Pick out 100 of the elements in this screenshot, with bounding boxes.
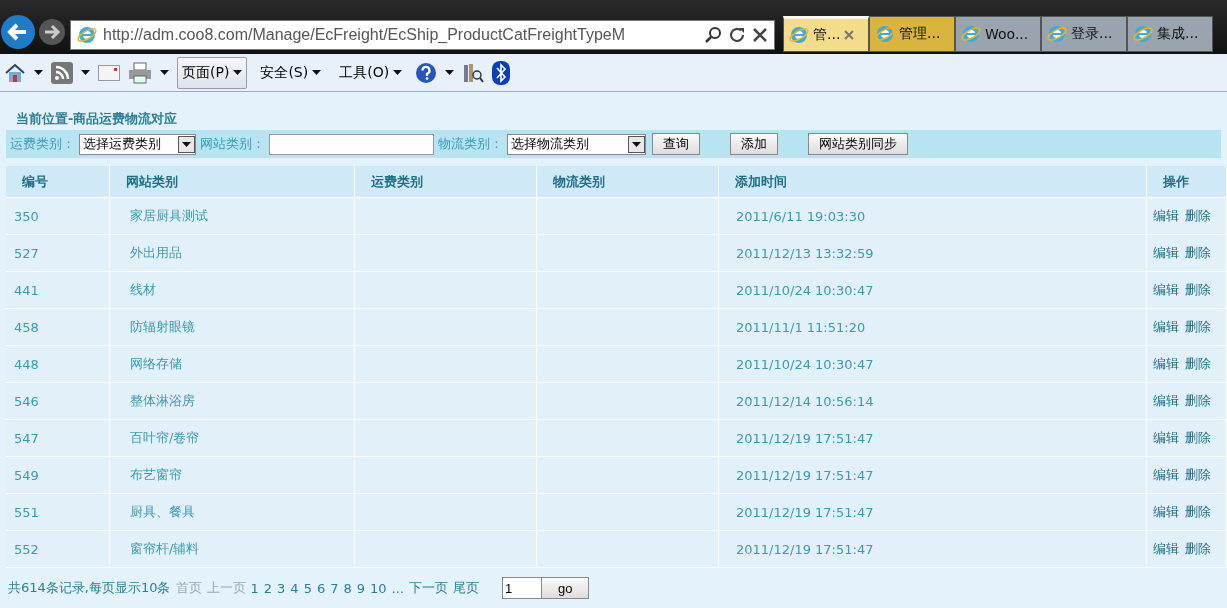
caret-icon: [160, 70, 169, 75]
filter-label: 物流类别：: [438, 135, 503, 153]
search-button[interactable]: 查询: [652, 133, 700, 155]
table-cell: 2011/12/14 10:56:14: [719, 383, 1147, 420]
edit-link[interactable]: 编辑: [1153, 355, 1179, 373]
delete-link[interactable]: 删除: [1185, 355, 1211, 373]
edit-link[interactable]: 编辑: [1153, 429, 1179, 447]
forward-button[interactable]: [38, 18, 66, 46]
delete-link[interactable]: 删除: [1185, 429, 1211, 447]
browser-logo-icon: [789, 25, 809, 45]
column-header: 添加时间: [719, 166, 1147, 198]
sync-button[interactable]: 网站类别同步: [808, 133, 908, 155]
table-cell: 布艺窗帘: [110, 457, 355, 494]
menu-button[interactable]: 工具(O): [334, 56, 408, 89]
page-link[interactable]: 7: [330, 580, 339, 596]
table-cell: 2011/12/19 17:51:47: [719, 457, 1147, 494]
delete-link[interactable]: 删除: [1185, 503, 1211, 521]
page-link[interactable]: 4: [290, 580, 299, 596]
filter-label: 运费类别：: [10, 135, 75, 153]
column-header: 网站类别: [110, 166, 355, 198]
page-link[interactable]: 3: [277, 580, 286, 596]
logistics-type-select[interactable]: 选择物流类别: [507, 133, 646, 155]
browser-logo-icon: [875, 24, 895, 44]
page-link[interactable]: 9: [356, 580, 366, 596]
filter-label: 网站类别：: [200, 135, 265, 153]
edit-link[interactable]: 编辑: [1153, 244, 1179, 262]
address-bar[interactable]: http://adm.coo8.com/Manage/EcFreight/EcShip_ProductCatFreightTypeM: [70, 20, 775, 50]
table-cell: 线材: [110, 272, 355, 309]
menu-button[interactable]: 页面(P): [177, 56, 248, 89]
caret-icon: [34, 70, 43, 75]
delete-link[interactable]: 删除: [1185, 540, 1211, 558]
table-cell: 350: [6, 198, 110, 235]
table-cell: 549: [6, 457, 110, 494]
table-cell: 厨具、餐具: [110, 494, 355, 531]
page-link[interactable]: 尾页: [453, 579, 479, 597]
record-summary: 共614条记录,每页显示10条: [8, 579, 171, 597]
go-button[interactable]: go: [541, 577, 590, 599]
page-link[interactable]: 10: [370, 580, 387, 596]
site-type-input[interactable]: [269, 133, 434, 155]
edit-link[interactable]: 编辑: [1153, 318, 1179, 336]
close-icon[interactable]: [752, 27, 768, 43]
table-cell: 2011/10/24 10:30:47: [719, 346, 1147, 383]
page-link[interactable]: 6: [316, 580, 326, 596]
search-icon[interactable]: [704, 26, 722, 44]
browser-tab[interactable]: Woo...: [955, 16, 1041, 52]
table-cell: 546: [6, 383, 110, 420]
table-cell: 2011/12/19 17:51:47: [719, 494, 1147, 531]
back-button[interactable]: [0, 14, 36, 50]
column-header: 运费类别: [355, 166, 537, 198]
url-text: http://adm.coo8.com/Manage/EcFreight/EcShip_ProductCatFreightTypeM: [103, 26, 627, 44]
page-link[interactable]: 5: [303, 580, 312, 596]
add-button[interactable]: 添加: [730, 133, 778, 155]
browser-tab[interactable]: 管理...: [869, 16, 955, 52]
caret-icon: [445, 70, 455, 75]
edit-link[interactable]: 编辑: [1153, 540, 1179, 558]
caret-icon: [233, 70, 243, 75]
page-link[interactable]: 1: [250, 580, 259, 596]
edit-link[interactable]: 编辑: [1153, 466, 1179, 484]
table-cell: 2011/12/19 17:51:47: [719, 420, 1147, 457]
mail-icon[interactable]: [98, 64, 120, 81]
column-header: 物流类别: [537, 166, 719, 198]
page-link[interactable]: ...: [391, 580, 404, 596]
browser-tab[interactable]: 登录...: [1041, 16, 1127, 52]
column-header: 操作: [1147, 166, 1227, 198]
printer-icon[interactable]: [128, 61, 152, 84]
table-cell: 448: [6, 346, 110, 383]
table-cell: 441: [6, 272, 110, 309]
delete-link[interactable]: 删除: [1185, 466, 1211, 484]
breadcrumb: 当前位置-商品运费物流对应: [15, 110, 179, 128]
edit-link[interactable]: 编辑: [1153, 281, 1179, 299]
browser-tab[interactable]: 集成...: [1127, 16, 1213, 52]
edit-link[interactable]: 编辑: [1153, 392, 1179, 410]
browser-logo-icon: [961, 24, 981, 44]
edit-link[interactable]: 编辑: [1153, 503, 1179, 521]
refresh-icon[interactable]: [728, 26, 746, 44]
page-link[interactable]: 8: [343, 580, 352, 596]
column-header: 编号: [6, 166, 110, 198]
table-cell: 2011/10/24 10:30:47: [719, 272, 1147, 309]
delete-link[interactable]: 删除: [1185, 392, 1211, 410]
help-icon[interactable]: [415, 61, 438, 84]
rss-icon[interactable]: [51, 61, 73, 84]
edit-link[interactable]: 编辑: [1153, 207, 1179, 225]
page-link[interactable]: 2: [263, 580, 273, 596]
caret-icon: [312, 70, 322, 75]
page-input[interactable]: 1: [502, 577, 542, 599]
books-magnifier-icon[interactable]: [462, 61, 485, 84]
delete-link[interactable]: 删除: [1185, 207, 1211, 225]
menu-button[interactable]: 安全(S): [255, 56, 327, 89]
delete-link[interactable]: 删除: [1185, 281, 1211, 299]
delete-link[interactable]: 删除: [1185, 244, 1211, 262]
freight-type-select[interactable]: 选择运费类别: [79, 133, 196, 155]
browser-tab[interactable]: 管...: [783, 16, 869, 52]
browser-logo-icon: [1047, 24, 1067, 44]
page-link[interactable]: 下一页: [409, 579, 448, 597]
delete-link[interactable]: 删除: [1185, 318, 1211, 336]
table-cell: 整体淋浴房: [110, 383, 355, 420]
table-cell: 2011/12/13 13:32:59: [719, 235, 1147, 272]
home-icon[interactable]: [4, 62, 26, 83]
bluetooth-icon[interactable]: [492, 60, 511, 85]
table-cell: 527: [6, 235, 110, 272]
